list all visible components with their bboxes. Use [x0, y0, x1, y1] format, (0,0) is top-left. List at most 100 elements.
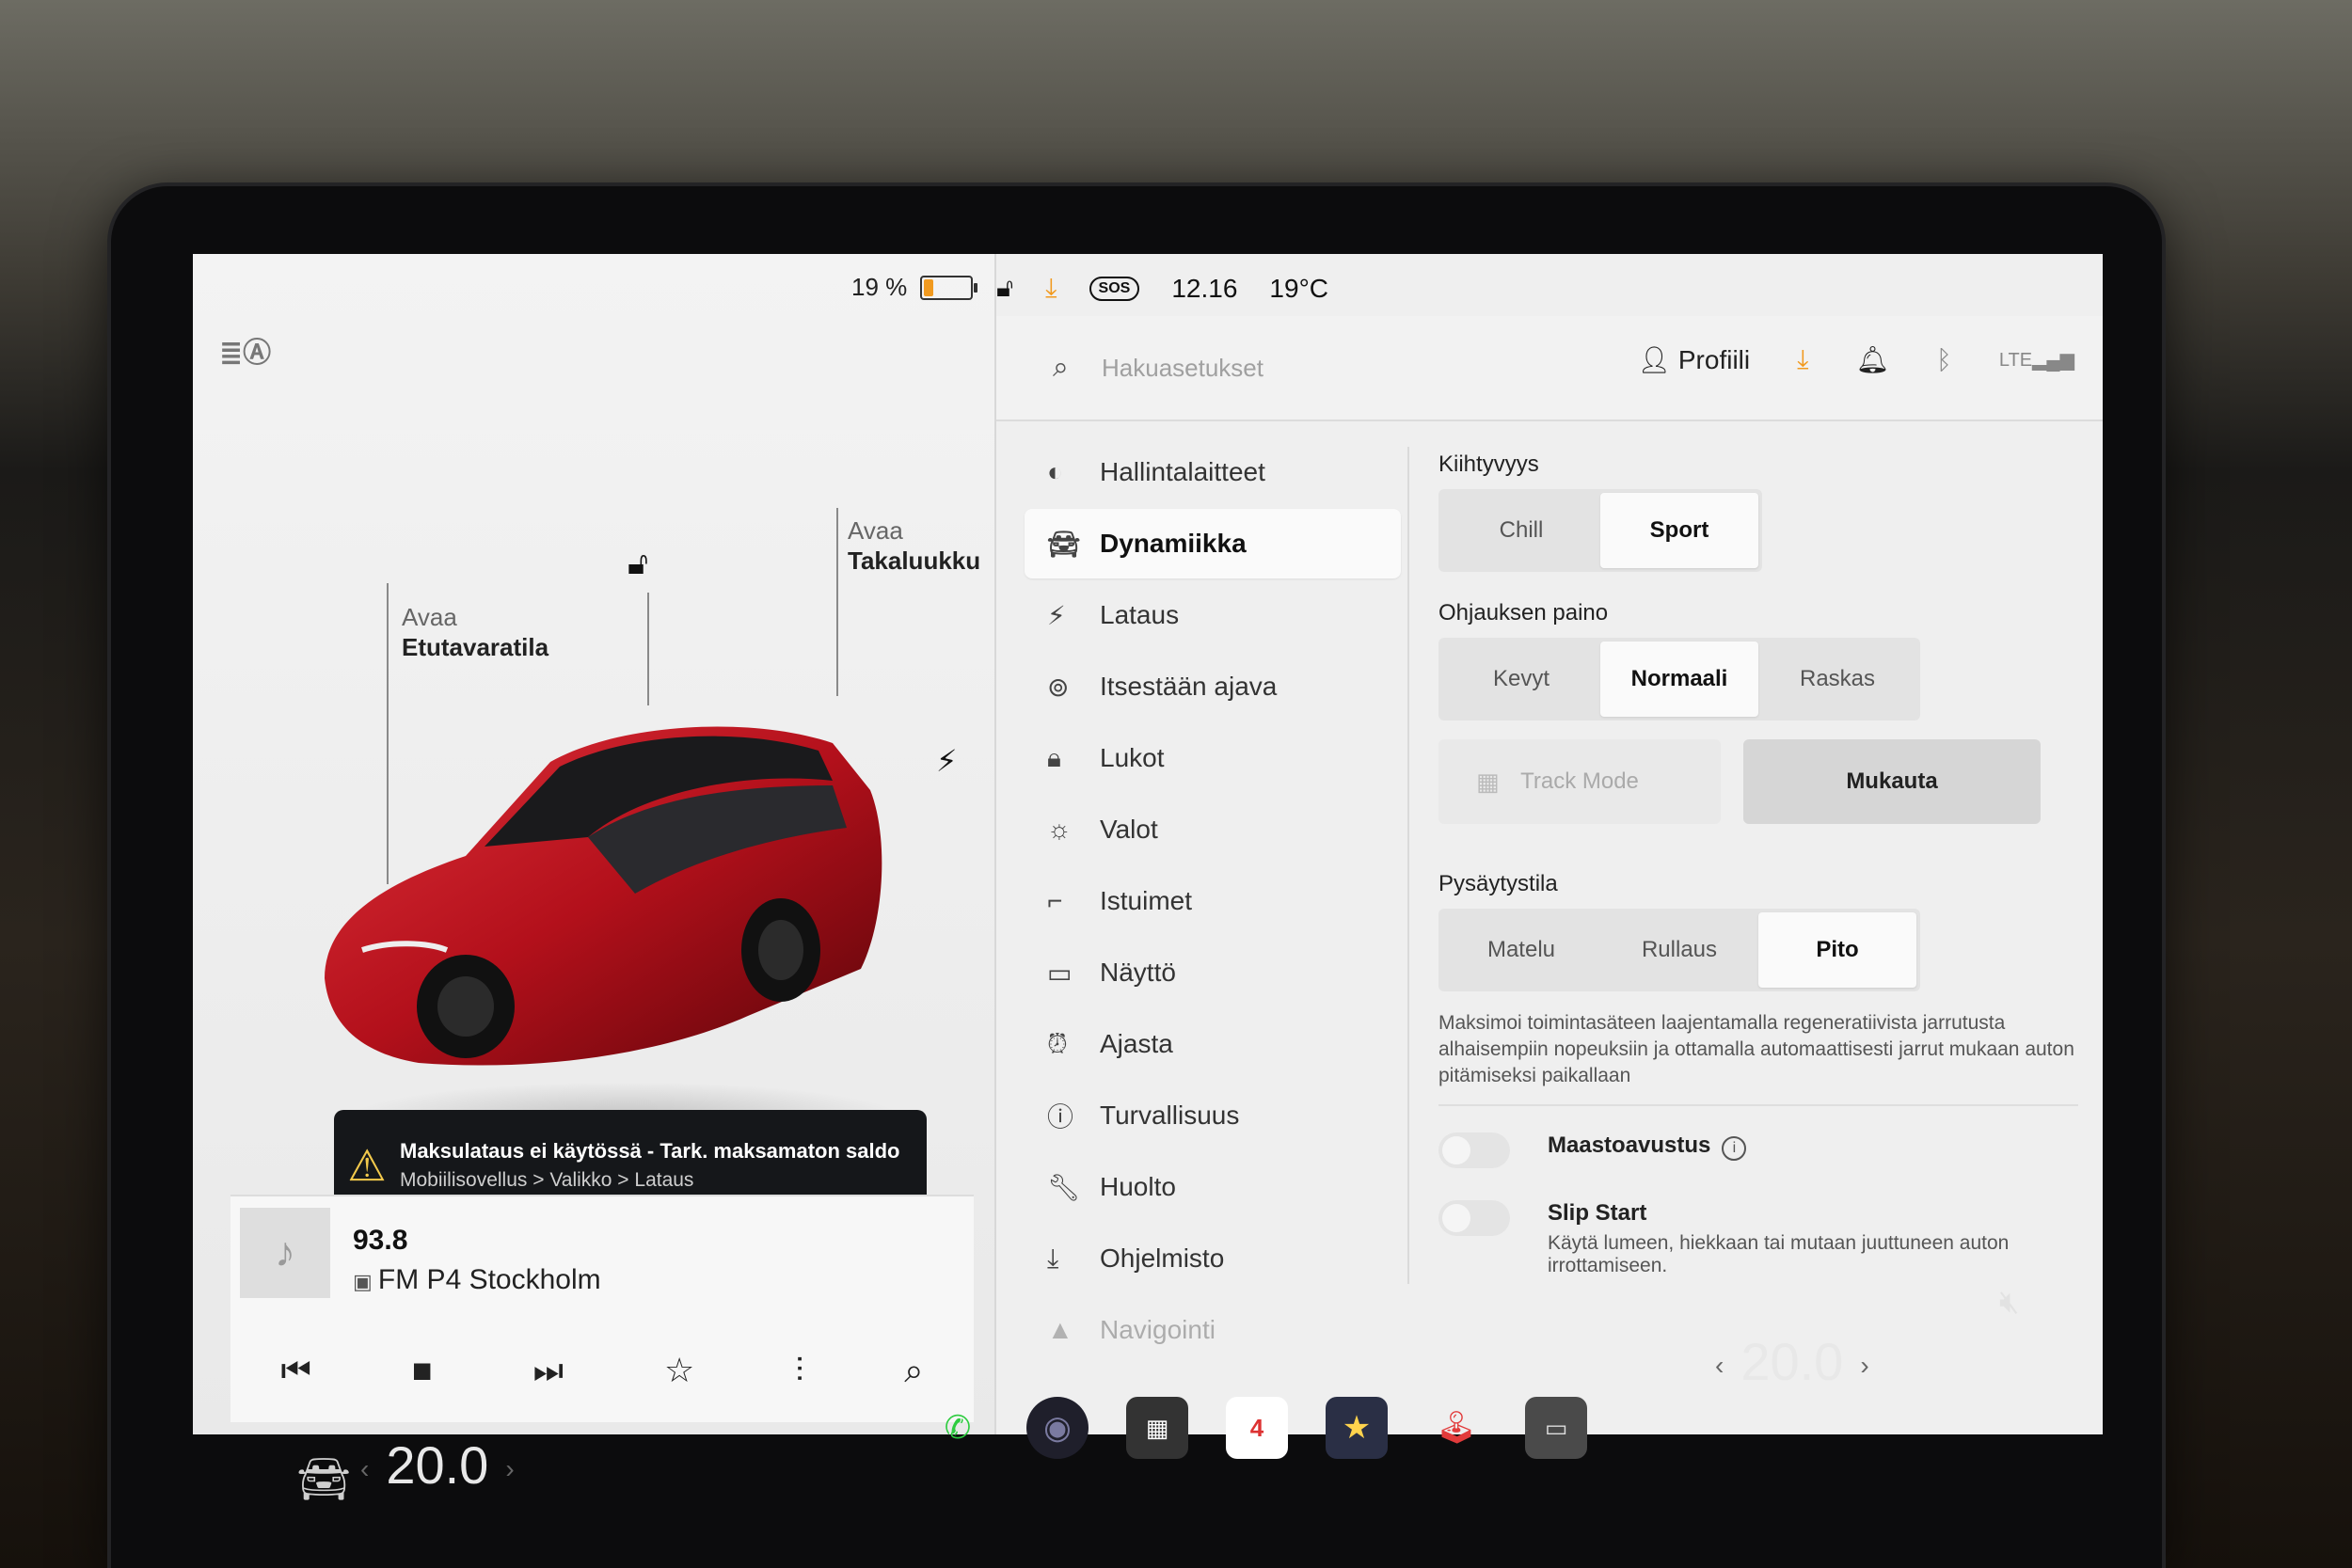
driver-temperature-control[interactable]: ‹ 20.0 ›: [343, 1434, 532, 1496]
battery-fill: [924, 278, 934, 296]
music-note-icon: ♪: [240, 1208, 330, 1298]
menu-item-dynamiikka[interactable]: 🚘︎ Dynamiikka: [1025, 509, 1401, 578]
slip-start-label: Slip Start: [1548, 1200, 1647, 1226]
app-grid-icon[interactable]: ▦: [1126, 1397, 1188, 1459]
charge-port-icon[interactable]: ⚡︎: [936, 743, 957, 779]
battery-percent: 19 %: [851, 273, 908, 301]
menu-item-hallintalaitteet[interactable]: ◐ Hallintalaitteet: [1025, 437, 1401, 507]
menu-item-ajasta[interactable]: ⏰︎ Ajasta: [1025, 1009, 1401, 1079]
app-launcher: ✆ ◉ ▦ 4 ★ 🕹︎ ▭: [927, 1397, 1587, 1459]
menu-item-label: Hallintalaitteet: [1100, 457, 1265, 486]
steering-option-raskas[interactable]: Raskas: [1758, 641, 1916, 717]
notification-bell-icon[interactable]: 🔔︎: [1856, 344, 1890, 375]
auto-headlights-icon[interactable]: ≣Ⓐ: [219, 329, 271, 371]
menu-item-lataus[interactable]: ⚡︎ Lataus: [1025, 580, 1401, 650]
menu-item-n-ytt-[interactable]: ▭ Näyttö: [1025, 938, 1401, 1007]
passenger-temperature-control[interactable]: ‹ 20.0 ›: [1698, 1331, 1886, 1392]
customize-button[interactable]: Mukauta: [1743, 739, 2041, 824]
menu-item-label: Valot: [1100, 815, 1158, 844]
open-trunk-button[interactable]: Avaa Takaluukku: [848, 515, 980, 576]
media-search-icon[interactable]: ⌕: [904, 1351, 923, 1391]
acceleration-option-chill[interactable]: Chill: [1442, 493, 1600, 568]
outside-temperature: 19°C: [1269, 273, 1328, 303]
menu-item-navigointi[interactable]: ▲ Navigointi: [1025, 1295, 1401, 1365]
frunk-label-line1: Avaa: [402, 603, 457, 631]
stopping-mode-selector: Matelu Rullaus Pito: [1438, 909, 1920, 991]
lte-signal-icon: LTE▂▄▆: [1998, 350, 2074, 371]
favorite-star-icon[interactable]: ☆: [664, 1351, 694, 1390]
slip-start-toggle[interactable]: [1438, 1200, 1510, 1236]
steering-option-normaali[interactable]: Normaali: [1600, 641, 1758, 717]
calendar-icon[interactable]: 4: [1226, 1397, 1288, 1459]
mode-buttons: ▦ Track Mode Mukauta: [1438, 739, 2078, 824]
menu-item-label: Huolto: [1100, 1172, 1176, 1201]
steering-selector: Kevyt Normaali Raskas: [1438, 638, 1920, 721]
stopping-option-matelu[interactable]: Matelu: [1442, 912, 1600, 988]
menu-item-lukot[interactable]: 🔒︎ Lukot: [1025, 723, 1401, 793]
menu-item-turvallisuus[interactable]: ⓘ Turvallisuus: [1025, 1081, 1401, 1150]
track-mode-button[interactable]: ▦ Track Mode: [1438, 739, 1721, 824]
menu-item-ohjelmisto[interactable]: ⤓ Ohjelmisto: [1025, 1224, 1401, 1293]
next-track-icon[interactable]: ⏭︎: [533, 1351, 564, 1391]
download-icon[interactable]: ⤓: [1045, 273, 1057, 304]
software-update-icon[interactable]: ⤓: [1797, 344, 1808, 375]
driver-temp-up-icon[interactable]: ›: [505, 1454, 514, 1483]
stopping-mode-description: Maksimoi toimintasäteen laajentamalla re…: [1438, 1010, 2078, 1106]
settings-search-input[interactable]: [1100, 348, 1593, 388]
acceleration-selector: Chill Sport: [1438, 489, 1762, 572]
menu-item-label: Turvallisuus: [1100, 1101, 1240, 1130]
off-road-assist-row: Maastoavustus i: [1438, 1132, 2078, 1168]
seat-icon: ⌐: [1047, 886, 1063, 915]
camera-icon[interactable]: ◉: [1026, 1397, 1089, 1459]
steering-title: Ohjauksen paino: [1438, 600, 1609, 626]
search-icon: ⌕: [1053, 352, 1069, 383]
stopping-option-rullaus[interactable]: Rullaus: [1600, 912, 1758, 988]
car-model-image: [325, 726, 882, 1066]
menu-item-label: Navigointi: [1100, 1315, 1216, 1344]
status-bar-right: 🔓︎ ⤓ SOS 12.16 19°C: [996, 273, 1328, 304]
trunk-label-line1: Avaa: [848, 516, 903, 545]
steering-option-kevyt[interactable]: Kevyt: [1442, 641, 1600, 717]
info-icon[interactable]: i: [1722, 1136, 1747, 1161]
passenger-temp-up-icon[interactable]: ›: [1860, 1351, 1868, 1380]
checkered-flag-icon: ▦: [1476, 767, 1500, 796]
warning-icon: ⚠︎: [347, 1141, 387, 1190]
passenger-temp-down-icon[interactable]: ‹: [1715, 1351, 1724, 1380]
volume-mute-icon[interactable]: 🔇︎: [1999, 1284, 2019, 1321]
stop-icon[interactable]: ■: [412, 1351, 433, 1390]
menu-item-itsest-n-ajava[interactable]: ⊚ Itsestään ajava: [1025, 652, 1401, 721]
previous-track-icon[interactable]: ⏮︎: [280, 1351, 310, 1391]
menu-item-label: Itsestään ajava: [1100, 672, 1278, 701]
toybox-icon[interactable]: ★: [1326, 1397, 1388, 1459]
off-road-assist-toggle[interactable]: [1438, 1132, 1510, 1168]
menu-item-valot[interactable]: ☼ Valot: [1025, 795, 1401, 864]
dynamics-settings: Kiihtyvyys Chill Sport Ohjauksen paino Ke…: [1438, 451, 2078, 1277]
menu-item-istuimet[interactable]: ⌐ Istuimet: [1025, 866, 1401, 936]
stopping-option-pito[interactable]: Pito: [1758, 912, 1916, 988]
menu-item-huolto[interactable]: 🔧︎ Huolto: [1025, 1152, 1401, 1222]
stopping-mode-title: Pysäytystila: [1438, 871, 1558, 896]
sos-button[interactable]: SOS: [1089, 276, 1140, 301]
joystick-icon[interactable]: 🕹︎: [1425, 1397, 1487, 1459]
unlock-icon[interactable]: 🔓︎: [628, 546, 648, 582]
equalizer-icon[interactable]: ⫶: [795, 1351, 803, 1391]
frunk-label-line2: Etutavaratila: [402, 633, 549, 661]
display-icon: ▭: [1047, 958, 1073, 988]
download-icon: ⤓: [1047, 1243, 1059, 1273]
phone-icon[interactable]: ✆: [927, 1397, 989, 1459]
acceleration-option-sport[interactable]: Sport: [1600, 493, 1758, 568]
open-frunk-button[interactable]: Avaa Etutavaratila: [402, 602, 548, 662]
off-road-assist-label: Maastoavustus: [1548, 1132, 1711, 1158]
slip-start-row: Slip Start Käytä lumeen, hiekkaan tai mu…: [1438, 1200, 2078, 1277]
battery-icon: [920, 275, 978, 300]
profile-button[interactable]: 👤︎ Profiili: [1638, 344, 1751, 375]
radio-station: ▣ FM P4 Stockholm: [353, 1264, 601, 1296]
menu-item-label: Ohjelmisto: [1100, 1243, 1225, 1273]
radio-frequency: 93.8: [353, 1225, 408, 1256]
alarm-icon: ⏰︎: [1047, 1028, 1068, 1058]
wallet-icon[interactable]: ▭: [1525, 1397, 1587, 1459]
driver-temp-down-icon[interactable]: ‹: [360, 1454, 369, 1483]
bluetooth-icon[interactable]: ᛒ: [1936, 345, 1952, 375]
alert-subtitle: Mobiilisovellus > Valikko > Lataus: [400, 1169, 694, 1191]
lock-status-icon[interactable]: 🔓︎: [996, 273, 1013, 304]
